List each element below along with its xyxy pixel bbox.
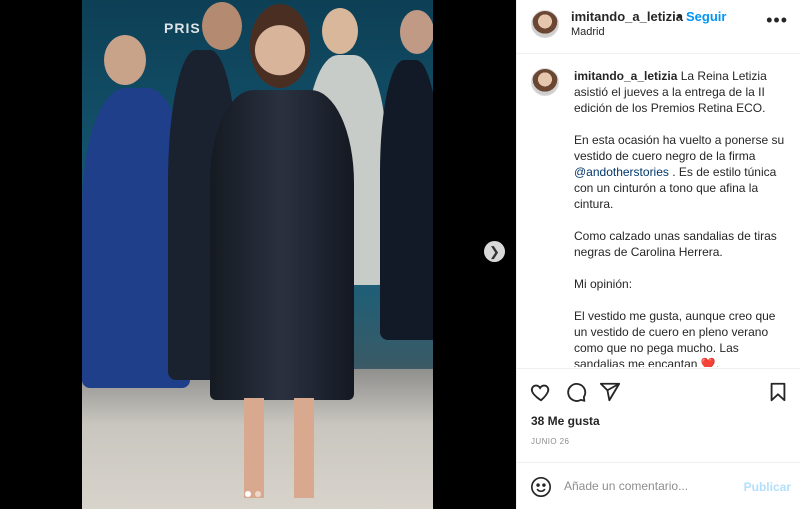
caption-paragraph-4: Mi opinión: [574,277,633,291]
emoji-icon[interactable] [530,476,552,498]
caption-avatar[interactable] [531,68,559,96]
action-bar [517,368,800,412]
person-far-right [380,60,433,340]
main-subject-legs [232,398,332,498]
backdrop-logo: PRIS [164,20,201,36]
post-side-panel: imitando_a_letizia • Seguir Madrid ••• i… [516,0,800,509]
follow-button[interactable]: Seguir [686,9,726,24]
next-slide-button[interactable]: ❯ [484,241,505,262]
post-header: imitando_a_letizia • Seguir Madrid ••• [517,0,800,54]
main-subject-dress [210,90,354,400]
caption-text: imitando_a_letizia La Reina Letizia asis… [574,68,786,367]
caption-paragraph-5: El vestido me gusta, aunque creo que un … [574,309,776,367]
carousel-dot-active [245,491,251,497]
caption-paragraph-2a: En esta ocasión ha vuelto a ponerse su v… [574,133,785,163]
carousel-indicator [245,491,261,497]
separator-dot: • [677,9,682,24]
more-icon[interactable]: ••• [766,10,788,31]
comment-icon[interactable] [565,381,587,403]
share-icon[interactable] [599,381,621,403]
person-back-head [202,2,242,50]
caption-section: imitando_a_letizia La Reina Letizia asis… [517,55,800,367]
post-photo[interactable]: PRIS a [82,0,433,509]
caption-paragraph-5-end: . [715,357,720,367]
mention-link[interactable]: @andotherstories [574,165,669,179]
post-media: PRIS a ❯ [0,0,516,509]
chevron-right-icon: ❯ [489,244,500,259]
post-date[interactable]: JUNIO 26 [531,437,569,446]
caption-username[interactable]: imitando_a_letizia [574,69,677,83]
comment-input[interactable] [564,475,734,497]
bookmark-icon[interactable] [767,381,789,403]
heart-emoji: ❤️ [700,357,716,367]
carousel-dot [255,491,261,497]
post-location[interactable]: Madrid [571,26,605,38]
author-avatar[interactable] [531,10,559,38]
comment-bar: Publicar [517,462,800,509]
person-far-right-head [400,10,433,54]
likes-count[interactable]: 38 Me gusta [531,414,600,428]
person-right-head [322,8,358,54]
main-subject-head [250,4,310,88]
heart-icon[interactable] [530,381,552,403]
person-left-head [104,35,146,85]
author-username[interactable]: imitando_a_letizia [571,9,683,24]
caption-paragraph-3: Como calzado unas sandalias de tiras neg… [574,229,777,259]
post-comment-button[interactable]: Publicar [744,480,791,494]
